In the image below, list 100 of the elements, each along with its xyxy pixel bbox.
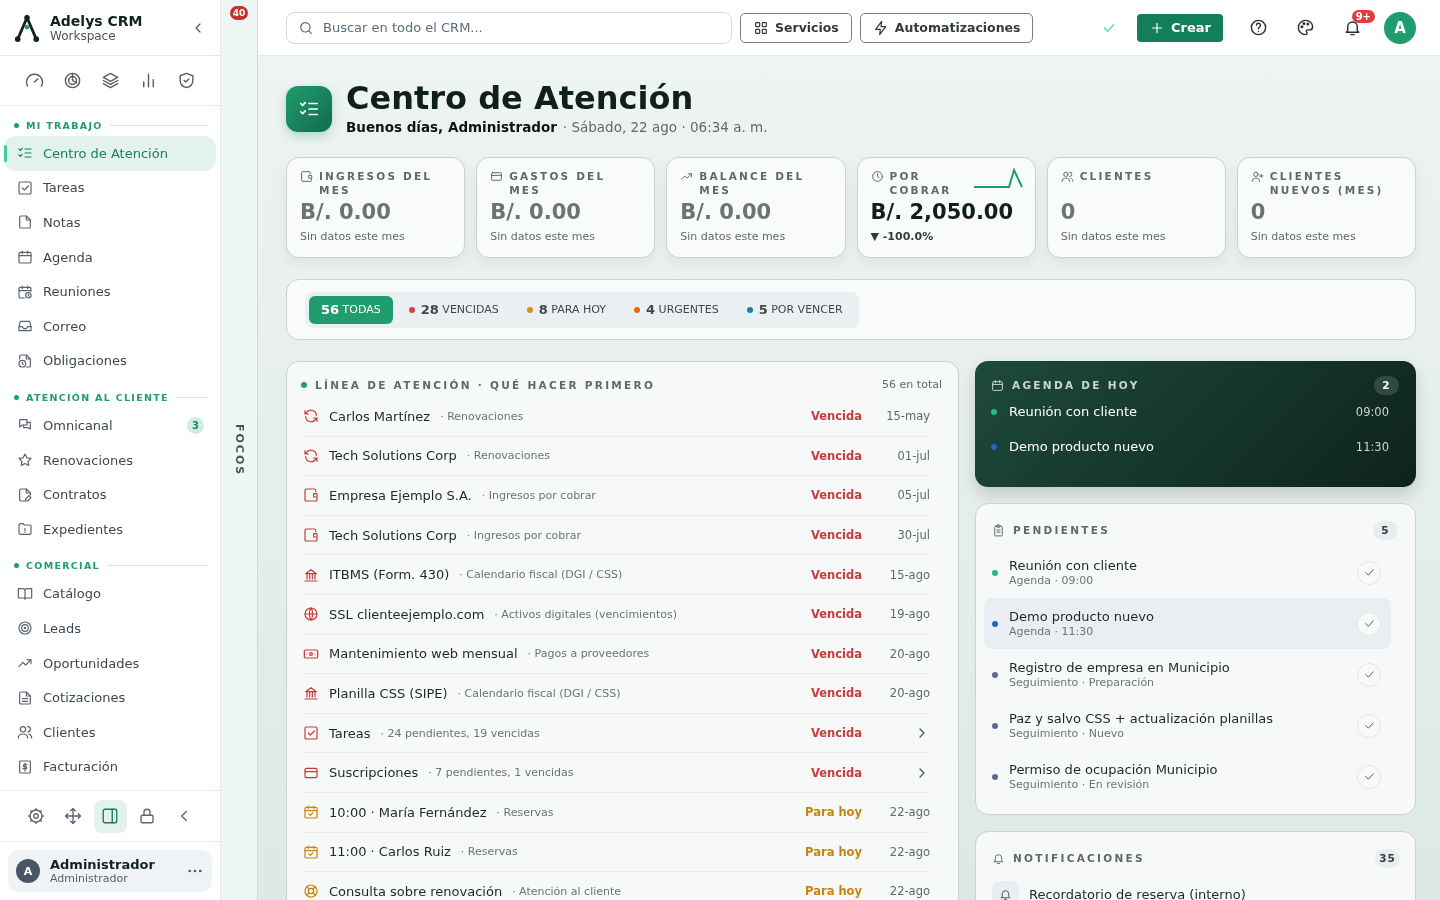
receipt-icon [17, 758, 33, 775]
row-title: Suscripciones [329, 765, 419, 781]
bell-icon[interactable] [1343, 18, 1362, 37]
count-badge: 3 [187, 416, 204, 434]
attention-row[interactable]: Suscripciones · 7 pendientes, 1 vencidas Vencida [301, 753, 930, 793]
count-badge: 35 [1375, 848, 1400, 868]
user-name: Administrador [50, 857, 156, 872]
metric-value: 0 [1250, 200, 1267, 224]
pending-item[interactable]: Paz y salvo CSS + actualización planillas Seguimiento · Nuevo [984, 700, 1391, 751]
gauge-icon[interactable] [24, 71, 44, 90]
row-category: · Calendario fiscal (DGI / CSS) [457, 686, 621, 700]
attention-row[interactable]: SSL clienteejemplo.com · Activos digitales (vencimientos) Vencida 19-ago [301, 594, 930, 635]
page-title: Centro de Atención [346, 79, 695, 117]
due-date: 20-ago [888, 646, 930, 661]
user-avatar: A [16, 859, 40, 883]
status-label: Para hoy [805, 805, 862, 820]
user-card[interactable]: A Administrador Administrador [8, 850, 212, 892]
pending-item[interactable]: Permiso de ocupación Municipio Seguimiento · En revisión [984, 751, 1391, 802]
event-title: Reunión con cliente [1009, 404, 1138, 419]
attention-row[interactable]: Planilla CSS (SIPE) · Calendario fiscal (DGI / CSS) Vencida 20-ago [301, 674, 930, 714]
palette-icon[interactable] [1296, 18, 1315, 37]
nav-item[interactable]: Omnicanal 3 [4, 408, 216, 443]
nav-item[interactable]: Contratos [4, 477, 216, 512]
due-date: 15-may [885, 409, 930, 424]
card-title: LÍNEA DE ATENCIÓN · QUÉ HACER PRIMERO [315, 378, 656, 391]
row-category: · 24 pendientes, 19 vencidas [380, 726, 540, 740]
filter-chip[interactable]: 5 POR VENCER [734, 295, 855, 324]
attention-row[interactable]: Tech Solutions Corp · Renovaciones Vencida 01-jul [301, 436, 930, 477]
brand-name: Adelys CRM [50, 12, 144, 29]
filter-chip[interactable]: 8 PARA HOY [514, 295, 619, 324]
toolbar-button[interactable]: Automatizaciones [859, 12, 1034, 43]
attention-row[interactable]: ITBMS (Form. 430) · Calendario fiscal (DGI / CSS) Vencida 15-ago [301, 555, 930, 595]
help-icon[interactable] [1249, 18, 1268, 37]
focus-rail[interactable]: 40 FOCOS [221, 0, 258, 900]
create-button[interactable]: Crear [1137, 13, 1223, 42]
section-label: MI TRABAJO [26, 119, 103, 131]
card-title: NOTIFICACIONES [1013, 852, 1145, 864]
trend-up-icon [680, 170, 694, 183]
count-badge: 5 [1373, 520, 1398, 540]
calendar-clock-icon [17, 283, 33, 300]
pending-item[interactable]: Demo producto nuevo Agenda · 11:30 [984, 598, 1391, 649]
count-badge: 2 [1374, 375, 1399, 395]
nav-item[interactable]: Oportunidades [4, 645, 216, 681]
item-title: Permiso de ocupación Municipio [1009, 762, 1219, 777]
status-label: Vencida [811, 488, 862, 503]
attention-row[interactable]: Carlos Martínez · Renovaciones Vencida 15-may [301, 397, 930, 437]
attention-row[interactable]: Consulta sobre renovación · Atención al cliente Para hoy 22-ago [301, 872, 930, 900]
pending-item[interactable]: Registro de empresa en Municipio Seguimiento · Preparación [984, 649, 1391, 700]
item-meta: Agenda · 09:00 [1009, 574, 1095, 587]
metric-note: Sin datos este mes [1060, 230, 1167, 243]
panel-button[interactable] [93, 799, 127, 833]
nav-item[interactable]: Renovaciones [4, 442, 216, 478]
row-title: 11:00 · Carlos Ruiz [329, 844, 451, 860]
wallet-icon [300, 170, 313, 183]
settings-icon [27, 807, 45, 825]
more-icon[interactable] [188, 869, 202, 873]
due-date: 22-ago [888, 844, 930, 859]
notification-badge: 9+ [1351, 10, 1375, 23]
sparkline [972, 167, 1023, 189]
due-date: 30-jul [896, 528, 930, 543]
attention-row[interactable]: Empresa Ejemplo S.A. · Ingresos por cobrar Vencida 05-jul [301, 476, 930, 516]
notification-item[interactable]: Recordatorio de reserva (interno) [992, 881, 1400, 900]
filter-chip[interactable]: 28 VENCIDAS [396, 295, 511, 324]
attention-row[interactable]: 11:00 · Carlos Ruiz · Reservas Para hoy 22-ago [301, 832, 930, 873]
status-label: Para hoy [805, 844, 862, 859]
nav-item[interactable]: Obligaciones [4, 343, 216, 379]
metric-note: Sin datos este mes [1250, 230, 1357, 243]
pending-item[interactable]: Reunión con cliente Agenda · 09:00 [984, 547, 1391, 598]
row-title: Planilla CSS (SIPE) [329, 685, 448, 701]
nav-item[interactable]: Leads [4, 611, 216, 646]
toolbar-button[interactable]: Servicios [740, 12, 852, 43]
event-time: 11:30 [1355, 439, 1389, 454]
layers-icon[interactable] [100, 71, 120, 90]
nav-item[interactable]: Tareas [4, 170, 216, 206]
nav-item[interactable]: Cotizaciones [4, 680, 216, 715]
filter-chip[interactable]: 4 URGENTES [622, 295, 731, 324]
radar-icon[interactable] [62, 71, 82, 90]
item-title: Reunión con cliente [1009, 558, 1139, 573]
nav-item[interactable]: Clientes [4, 714, 216, 750]
metric-value: B/. 0.00 [490, 200, 582, 224]
nav-item[interactable]: Centro de Atención [4, 136, 216, 171]
target-icon [17, 620, 33, 637]
nav-item[interactable]: Facturación [4, 749, 216, 785]
nav-item[interactable]: Correo [4, 308, 216, 344]
nav-item[interactable]: Expedientes [4, 511, 216, 547]
nav-item[interactable]: Catálogo [4, 576, 216, 612]
shield-check-icon[interactable] [176, 71, 196, 90]
nav-item[interactable]: Reuniones [4, 274, 216, 309]
nav-item[interactable]: Notas [4, 205, 216, 240]
lock-icon [138, 807, 156, 825]
attention-row[interactable]: 10:00 · María Fernández · Reservas Para hoy 22-ago [301, 792, 930, 833]
item-title: Registro de empresa en Municipio [1009, 660, 1231, 675]
card-title: PENDIENTES [1013, 524, 1111, 536]
attention-row[interactable]: Mantenimiento web mensual · Pagos a proveedores Vencida 20-ago [301, 634, 930, 675]
attention-row[interactable]: Tareas · 24 pendientes, 19 vencidas Vencida [301, 713, 930, 754]
due-date: 19-ago [888, 607, 930, 622]
nav-item[interactable]: Agenda [4, 239, 216, 275]
row-title: 10:00 · María Fernández [329, 804, 487, 820]
search-field[interactable]: Buscar en todo el CRM... [286, 11, 732, 44]
attention-row[interactable]: Tech Solutions Corp · Ingresos por cobrar Vencida 30-jul [301, 515, 930, 556]
